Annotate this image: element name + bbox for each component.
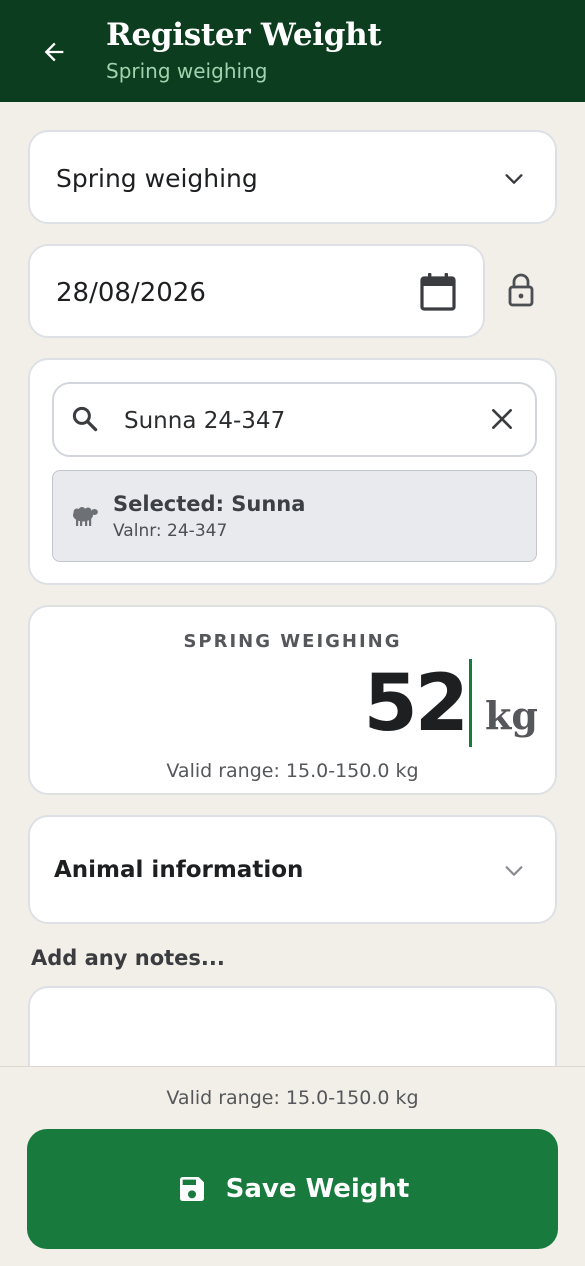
weight-value[interactable]: 52 bbox=[363, 659, 469, 749]
chevron-down-icon bbox=[505, 174, 523, 184]
weighing-type-dropdown[interactable]: Spring weighing bbox=[28, 130, 557, 224]
weight-input-card[interactable]: SPRING WEIGHING 52 kg Valid range: 15.0-… bbox=[28, 605, 557, 795]
text-cursor bbox=[469, 659, 472, 747]
page-subtitle: Spring weighing bbox=[106, 59, 268, 83]
date-field[interactable]: 28/08/2026 bbox=[28, 244, 485, 338]
calendar-icon[interactable] bbox=[419, 272, 457, 312]
selected-animal[interactable]: Selected: Sunna Valnr: 24-347 bbox=[52, 470, 537, 562]
arrow-left-icon bbox=[44, 42, 64, 62]
page-title: Register Weight bbox=[106, 17, 382, 53]
weight-valid-range: Valid range: 15.0-150.0 kg bbox=[166, 760, 419, 782]
app-header: Register Weight Spring weighing bbox=[0, 0, 585, 102]
animal-information-label: Animal information bbox=[54, 857, 304, 883]
save-weight-label: Save Weight bbox=[225, 1174, 410, 1204]
weighing-type-value: Spring weighing bbox=[56, 164, 258, 193]
weight-unit: kg bbox=[485, 693, 538, 738]
save-weight-button[interactable]: Save Weight bbox=[27, 1129, 558, 1249]
search-icon bbox=[72, 406, 98, 432]
footer-valid-range: Valid range: 15.0-150.0 kg bbox=[166, 1087, 419, 1109]
save-icon bbox=[176, 1173, 208, 1205]
notes-label: Add any notes... bbox=[31, 946, 225, 970]
search-value: Sunna 24-347 bbox=[124, 408, 286, 434]
date-value: 28/08/2026 bbox=[56, 278, 206, 308]
selected-animal-name: Selected: Sunna bbox=[113, 492, 306, 516]
selected-animal-id: Valnr: 24-347 bbox=[113, 521, 228, 541]
sheep-icon bbox=[73, 507, 98, 526]
animal-selector: Sunna 24-347 Selected: Sunna Valnr: 24-3… bbox=[28, 358, 557, 585]
back-button[interactable] bbox=[32, 30, 76, 74]
animal-information-section[interactable]: Animal information bbox=[28, 815, 557, 924]
animal-search-input[interactable]: Sunna 24-347 bbox=[52, 382, 537, 457]
chevron-down-icon bbox=[505, 866, 523, 876]
close-icon[interactable] bbox=[489, 406, 515, 432]
weight-label: SPRING WEIGHING bbox=[183, 631, 402, 652]
footer-bar: Valid range: 15.0-150.0 kg Save Weight bbox=[0, 1066, 585, 1266]
lock-icon[interactable] bbox=[506, 272, 536, 308]
